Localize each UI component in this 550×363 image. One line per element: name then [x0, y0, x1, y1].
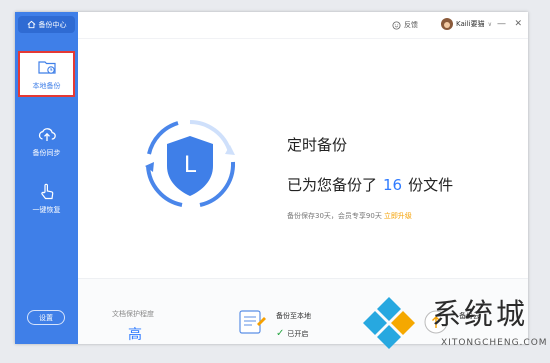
retention-text: 备份保存30天，会员专享90天: [287, 212, 382, 220]
home-icon: [27, 20, 35, 29]
avatar: [441, 18, 453, 30]
sidebar-item-backup-sync[interactable]: 备份同步: [18, 118, 75, 164]
protection-level-value: 高: [128, 327, 142, 343]
username: Kaili要猫: [456, 20, 485, 28]
backup-count: 已为您备份了 16 份文件: [287, 174, 453, 195]
shield-letter: L: [184, 153, 197, 178]
brand-header: 备份中心: [18, 16, 75, 33]
page-title: 定时备份: [287, 136, 348, 154]
chevron-down-icon: ∨: [487, 20, 492, 28]
sidebar-item-label: 一键恢复: [32, 206, 61, 214]
feedback-button[interactable]: 反馈: [392, 20, 418, 30]
sidebar-item-restore[interactable]: 一键恢复: [18, 175, 75, 221]
check-icon: ✓: [276, 328, 285, 339]
feedback-icon: [392, 20, 401, 30]
cloud-upload-icon: [38, 128, 56, 141]
user-menu[interactable]: Kaili要猫 ∨: [441, 18, 492, 30]
count-number: 16: [383, 176, 403, 194]
brand-title: 备份中心: [38, 20, 67, 29]
close-button[interactable]: ✕: [514, 19, 522, 29]
count-suffix: 份文件: [408, 176, 454, 194]
sidebar-item-local-backup[interactable]: 本地备份: [18, 51, 75, 97]
touch-hand-icon: [40, 183, 53, 200]
watermark-title: 系统城: [432, 297, 529, 331]
feedback-label: 反馈: [404, 21, 418, 29]
title-bar: 反馈 Kaili要猫 ∨ — ✕: [78, 12, 528, 39]
document-backup-icon: [239, 310, 266, 334]
folder-clock-icon: [37, 61, 56, 74]
upgrade-link[interactable]: 立即升级: [384, 212, 412, 220]
settings-button[interactable]: 设置: [27, 310, 65, 325]
watermark: 系统城 XITONGCHENG.COM: [357, 289, 550, 363]
retention-note: 备份保存30天，会员专享90天 立即升级: [287, 211, 412, 221]
shield-clock-icon: L: [145, 120, 236, 207]
sidebar-item-label: 本地备份: [32, 82, 61, 90]
backup-local-label: 备份至本地: [276, 312, 311, 320]
sidebar: 备份中心 本地备份 备份同步 一键恢复 设置: [15, 12, 78, 344]
minimize-button[interactable]: —: [497, 19, 506, 29]
backup-local-status: ✓ 已开启: [276, 328, 308, 339]
watermark-url: XITONGCHENG.COM: [441, 338, 548, 348]
status-text: 已开启: [287, 329, 309, 338]
protection-level-label: 文档保护程度: [112, 310, 154, 318]
watermark-logo-icon: [363, 297, 415, 349]
count-prefix: 已为您备份了: [287, 176, 378, 194]
sidebar-item-label: 备份同步: [32, 149, 61, 157]
